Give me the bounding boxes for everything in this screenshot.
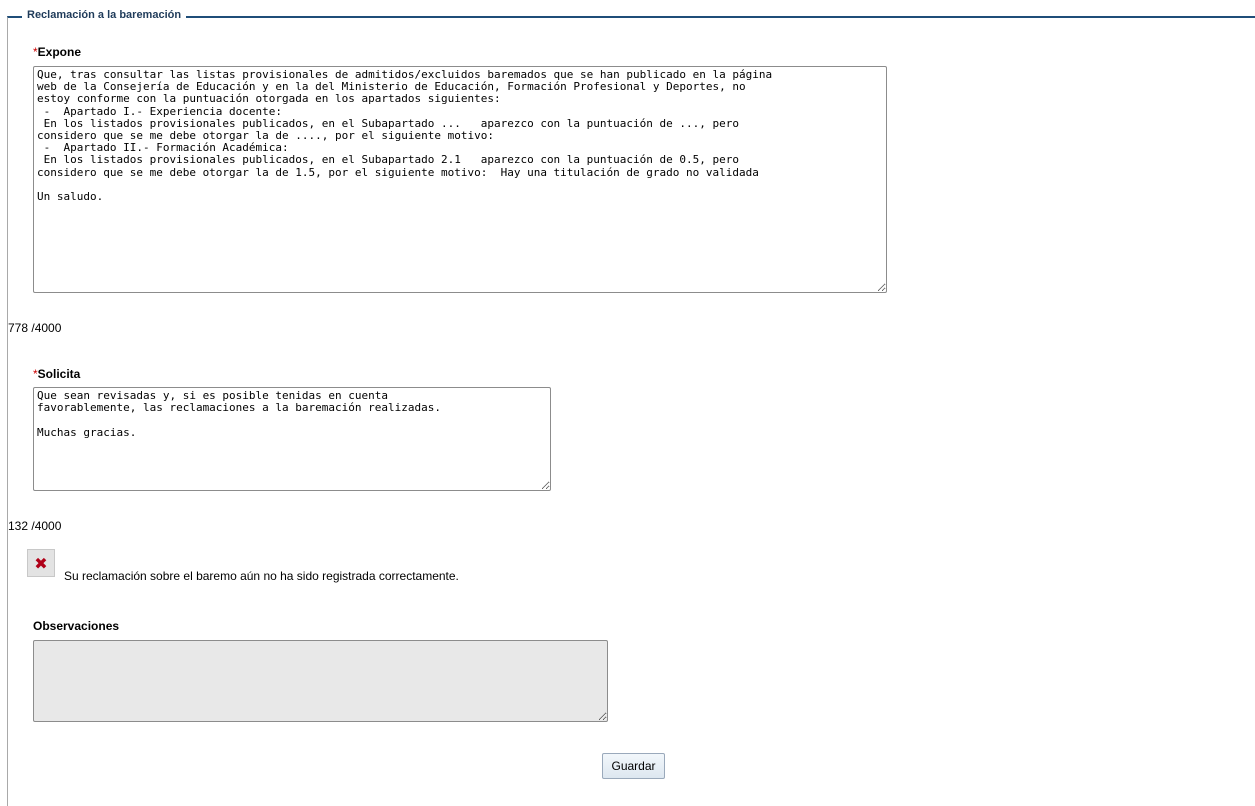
save-button[interactable]: Guardar xyxy=(602,753,665,779)
expone-label: *Expone xyxy=(33,45,81,59)
solicita-label-text: Solicita xyxy=(37,367,81,381)
observaciones-textarea xyxy=(33,640,608,722)
solicita-label: *Solicita xyxy=(33,367,80,381)
error-x-icon: ✖ xyxy=(27,549,55,577)
expone-label-text: Expone xyxy=(37,45,82,59)
solicita-char-counter: 132 /4000 xyxy=(8,519,62,533)
fieldset-legend: Reclamación a la baremación xyxy=(22,9,187,21)
expone-char-counter: 778 /4000 xyxy=(8,321,62,335)
status-message: Su reclamación sobre el baremo aún no ha… xyxy=(64,569,459,583)
solicita-textarea[interactable]: Que sean revisadas y, si es posible teni… xyxy=(33,387,551,491)
observaciones-label: Observaciones xyxy=(33,619,120,633)
expone-textarea[interactable]: Que, tras consultar las listas provision… xyxy=(33,66,887,293)
